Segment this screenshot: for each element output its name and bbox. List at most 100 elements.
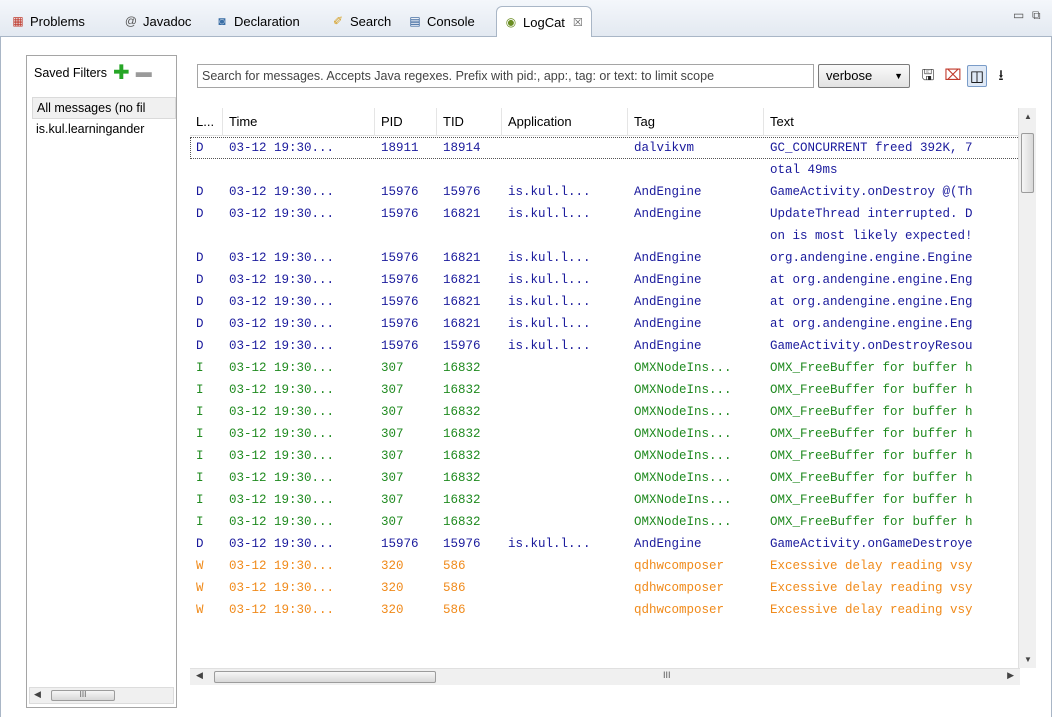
cell-level: I	[196, 515, 204, 529]
scroll-thumb[interactable]	[1021, 133, 1034, 193]
cell-text: OMX_FreeBuffer for buffer h	[770, 361, 973, 375]
table-row[interactable]: I 03-12 19:30... 307 16832 OMXNodeIns... OMX_…	[190, 511, 1020, 533]
problems-icon: ▦	[12, 14, 24, 28]
table-row[interactable]: I 03-12 19:30... 307 16832 OMXNodeIns... OMX_…	[190, 489, 1020, 511]
log-level-select[interactable]: verbose ▼	[818, 64, 910, 88]
tab-logcat[interactable]: ◉ LogCat ☒	[496, 6, 592, 37]
cell-level: I	[196, 471, 204, 485]
table-row[interactable]: I 03-12 19:30... 307 16832 OMXNodeIns... OMX_…	[190, 423, 1020, 445]
tab-search[interactable]: ✐ Search	[330, 10, 391, 32]
column-header-pid[interactable]: PID	[375, 108, 437, 136]
table-row[interactable]: D 03-12 19:30... 15976 15976 is.kul.l... AndE…	[190, 181, 1020, 203]
add-filter-icon[interactable]: ✚	[113, 63, 130, 83]
table-row[interactable]: D 03-12 19:30... 18911 18914 dalvikvm GC_CONC…	[190, 137, 1020, 159]
cell-pid: 18911	[381, 141, 419, 155]
save-icon[interactable]: 🖫	[918, 65, 938, 87]
cell-level: D	[196, 207, 204, 221]
tab-declaration[interactable]: ◙ Declaration	[214, 10, 299, 32]
log-table: L... Time PID TID Application Tag Text D…	[190, 108, 1020, 668]
scroll-lock-icon[interactable]: ⭳	[991, 65, 1011, 87]
table-hscrollbar[interactable]: ◀ III ▶	[190, 668, 1020, 685]
cell-text: at org.andengine.engine.Eng	[770, 317, 973, 331]
search-input[interactable]: Search for messages. Accepts Java regexe…	[197, 64, 814, 88]
filter-list-hscrollbar[interactable]: ◀ III	[29, 687, 174, 704]
cell-tag: AndEngine	[634, 185, 702, 199]
table-row[interactable]: D 03-12 19:30... 15976 16821 is.kul.l... AndE…	[190, 313, 1020, 335]
cell-tag: OMXNodeIns...	[634, 493, 732, 507]
table-row[interactable]: D 03-12 19:30... 15976 16821 is.kul.l... AndE…	[190, 291, 1020, 313]
filter-list: All messages (no fil is.kul.learningande…	[32, 97, 176, 141]
scroll-grip: III	[663, 670, 671, 680]
table-row[interactable]: I 03-12 19:30... 307 16832 OMXNodeIns... OMX_…	[190, 467, 1020, 489]
column-header-application[interactable]: Application	[502, 108, 628, 136]
scroll-thumb[interactable]: III	[51, 690, 115, 701]
scroll-down-icon[interactable]: ▼	[1024, 655, 1032, 664]
cell-pid: 307	[381, 383, 404, 397]
table-row[interactable]: I 03-12 19:30... 307 16832 OMXNodeIns... OMX_…	[190, 401, 1020, 423]
cell-tag: OMXNodeIns...	[634, 361, 732, 375]
table-row[interactable]: D 03-12 19:30... 15976 15976 is.kul.l... AndE…	[190, 335, 1020, 357]
cell-time: 03-12 19:30...	[229, 537, 335, 551]
cell-application	[502, 445, 628, 467]
table-row[interactable]: I 03-12 19:30... 307 16832 OMXNodeIns... OMX_…	[190, 445, 1020, 467]
cell-application: is.kul.l...	[508, 317, 591, 331]
table-row[interactable]: D 03-12 19:30... 15976 15976 is.kul.l... AndE…	[190, 533, 1020, 555]
cell-pid: 320	[381, 603, 404, 617]
scroll-left-icon[interactable]: ◀	[34, 689, 41, 700]
toggle-filters-icon[interactable]: ◫	[967, 65, 987, 87]
table-row[interactable]: D 03-12 19:30... 15976 16821 is.kul.l... AndE…	[190, 247, 1020, 269]
cell-application: is.kul.l...	[508, 251, 591, 265]
cell-application: is.kul.l...	[508, 273, 591, 287]
table-row[interactable]: I 03-12 19:30... 307 16832 OMXNodeIns... OMX_…	[190, 379, 1020, 401]
remove-filter-icon[interactable]: ▬	[136, 65, 152, 81]
tab-label: Problems	[30, 13, 85, 29]
table-row[interactable]: D 03-12 19:30... 15976 16821 is.kul.l... AndE…	[190, 203, 1020, 225]
table-row[interactable]: I 03-12 19:30... 307 16832 OMXNodeIns... OMX_…	[190, 357, 1020, 379]
cell-application	[502, 357, 628, 379]
scroll-left-icon[interactable]: ◀	[196, 670, 203, 681]
cell-level: I	[196, 361, 204, 375]
column-header-tid[interactable]: TID	[437, 108, 502, 136]
table-header: L... Time PID TID Application Tag Text	[190, 108, 1020, 136]
cell-text: org.andengine.engine.Engine	[770, 251, 973, 265]
cell-text: OMX_FreeBuffer for buffer h	[770, 383, 973, 397]
table-row[interactable]: on is most likely expected!	[190, 225, 1020, 247]
scroll-thumb[interactable]	[214, 671, 436, 683]
tab-console[interactable]: ▤ Console	[407, 10, 474, 32]
table-row[interactable]: W 03-12 19:30... 320 586 qdhwcomposer Excessi…	[190, 577, 1020, 599]
cell-text: UpdateThread interrupted. D	[770, 207, 973, 221]
maximize-icon[interactable]: ⧉	[1032, 8, 1041, 23]
table-row[interactable]: W 03-12 19:30... 320 586 qdhwcomposer Excessi…	[190, 599, 1020, 621]
clear-log-icon[interactable]: ⌧	[943, 65, 963, 87]
cell-text: OMX_FreeBuffer for buffer h	[770, 405, 973, 419]
column-header-tag[interactable]: Tag	[628, 108, 764, 136]
column-header-text[interactable]: Text	[764, 108, 1020, 136]
table-row[interactable]: W 03-12 19:30... 320 586 qdhwcomposer Excessi…	[190, 555, 1020, 577]
table-vscrollbar[interactable]: ▲ ▼	[1018, 108, 1036, 668]
column-header-time[interactable]: Time	[223, 108, 375, 136]
table-row[interactable]: D 03-12 19:30... 15976 16821 is.kul.l... AndE…	[190, 269, 1020, 291]
table-row[interactable]: otal 49ms	[190, 159, 1020, 181]
scroll-up-icon[interactable]: ▲	[1024, 112, 1032, 121]
column-header-level[interactable]: L...	[190, 108, 223, 136]
cell-tag: OMXNodeIns...	[634, 515, 732, 529]
filter-item-app[interactable]: is.kul.learningander	[32, 119, 176, 141]
cell-tag: AndEngine	[634, 273, 702, 287]
tab-javadoc[interactable]: @ Javadoc	[123, 10, 192, 32]
close-icon[interactable]: ☒	[573, 16, 583, 29]
tab-label: Javadoc	[143, 13, 192, 29]
cell-text: at org.andengine.engine.Eng	[770, 295, 973, 309]
tab-problems[interactable]: ▦ Problems	[10, 10, 85, 32]
cell-text: on is most likely expected!	[770, 229, 973, 243]
minimize-icon[interactable]: ▭	[1013, 8, 1024, 22]
cell-tag: OMXNodeIns...	[634, 427, 732, 441]
cell-tid: 18914	[443, 141, 481, 155]
cell-pid: 307	[381, 515, 404, 529]
cell-tid: 16821	[443, 295, 481, 309]
cell-level: I	[196, 493, 204, 507]
cell-application	[502, 489, 628, 511]
filter-item-all-messages[interactable]: All messages (no fil	[32, 97, 176, 119]
scroll-right-icon[interactable]: ▶	[1007, 670, 1014, 681]
cell-text: Excessive delay reading vsy	[770, 603, 973, 617]
cell-tid: 16832	[443, 449, 481, 463]
